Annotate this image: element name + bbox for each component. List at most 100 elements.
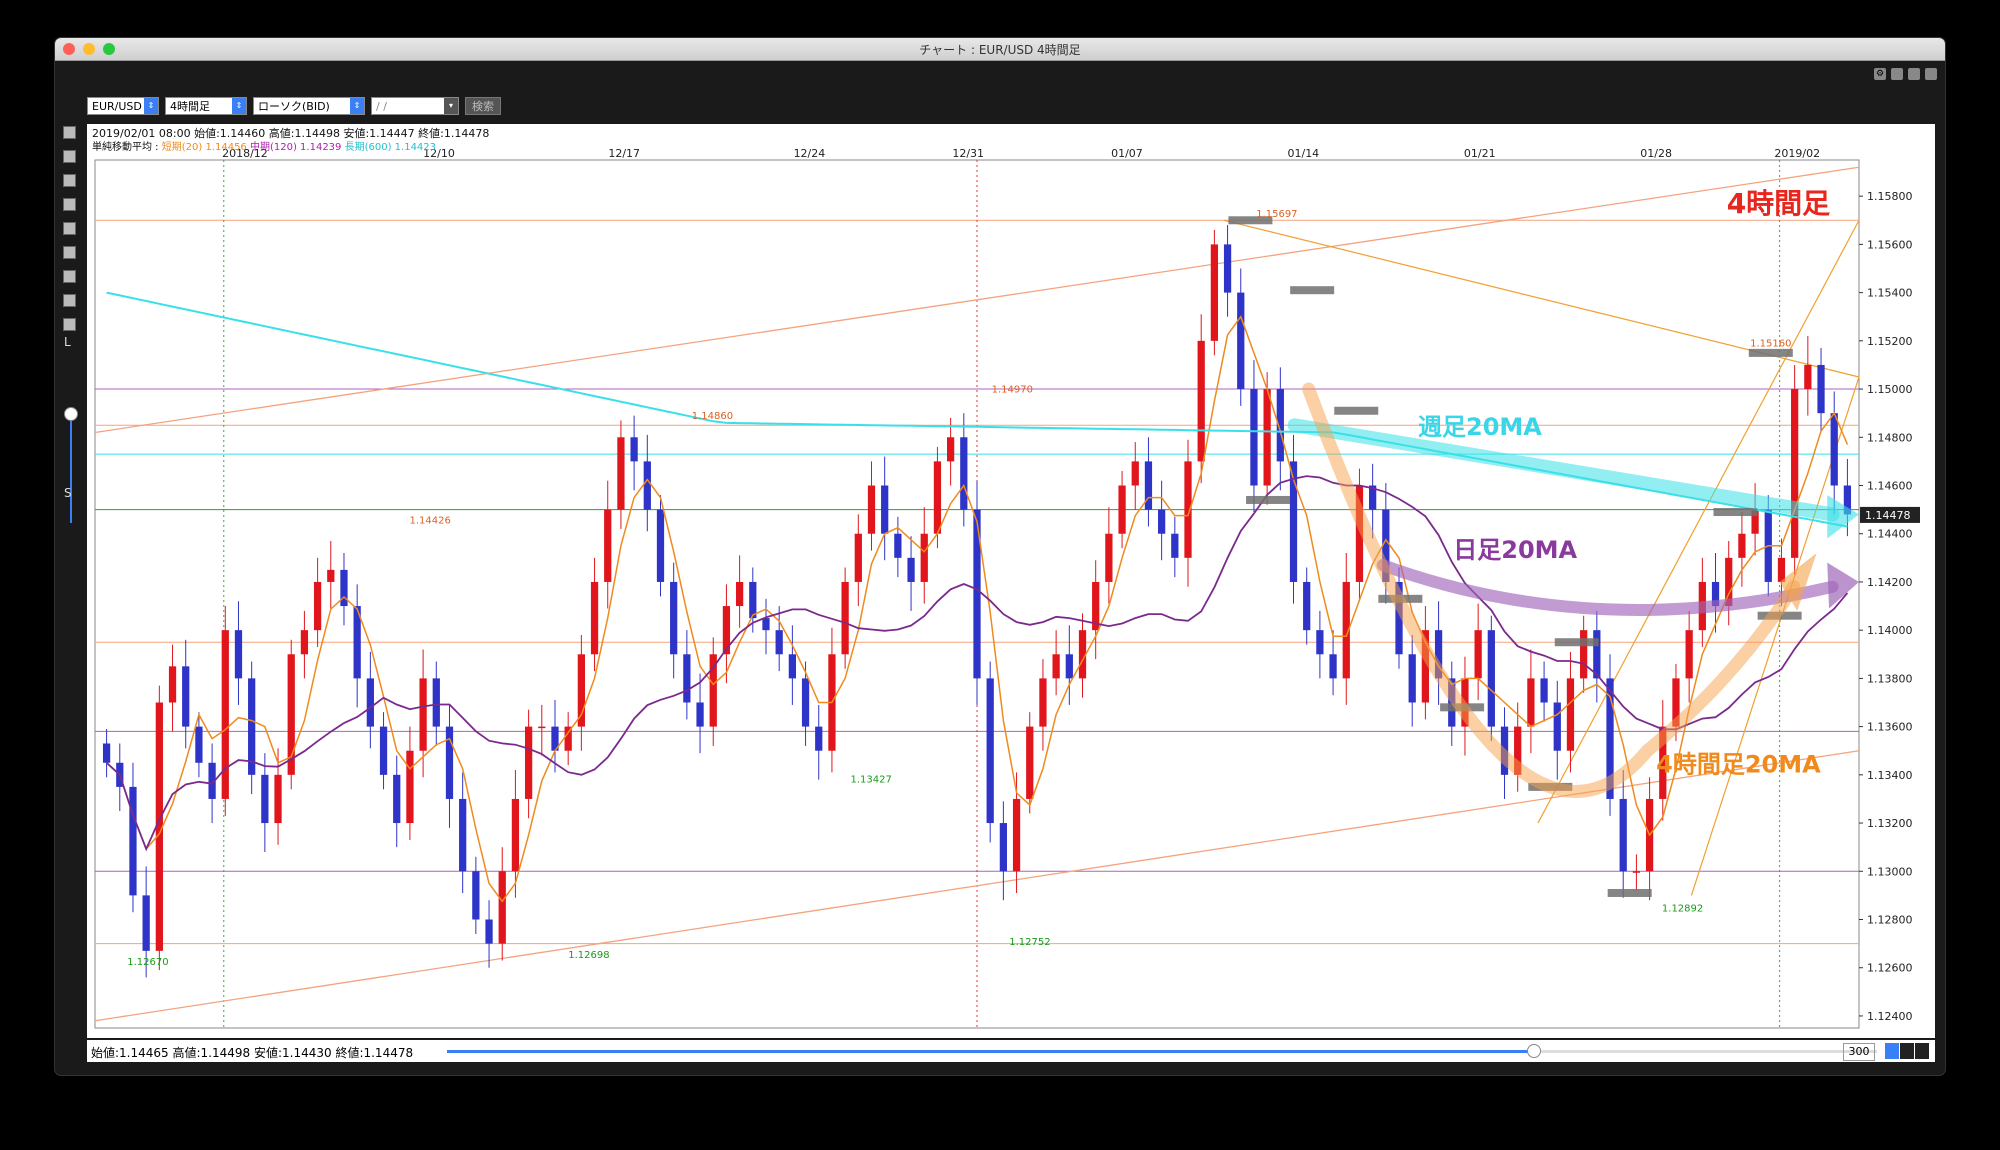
candle-body [1197, 340, 1205, 462]
copy-icon[interactable] [1908, 68, 1920, 80]
y-tick-label: 1.13600 [1867, 721, 1913, 734]
history-scroll-slider[interactable] [447, 1044, 1877, 1058]
candlestick-chart[interactable]: 4時間足週足20MA 日足20MA 4時間足20MA 1.12670 1.14426 1.… [87, 124, 1935, 1038]
candle-body [1566, 678, 1575, 751]
vertical-scale-knob[interactable] [64, 407, 78, 421]
candle-body [1223, 244, 1232, 293]
bottom-ohlc: 始値:1.14465 高値:1.14498 安値:1.14430 終値:1.14… [91, 1046, 414, 1060]
candle-body [1171, 533, 1179, 558]
candle-body [894, 533, 902, 558]
candle-body [472, 871, 480, 920]
calendar-dropdown-icon: ▾ [444, 98, 458, 114]
level-marker [1607, 888, 1652, 897]
side-label-top: L [64, 335, 71, 349]
level-marker [1554, 638, 1599, 647]
date-input[interactable]: / / ▾ [371, 97, 459, 115]
fibonacci-tool-icon[interactable] [63, 222, 76, 235]
candle-body [907, 557, 915, 582]
x-tick-label: 01/14 [1287, 147, 1319, 160]
zoom-input[interactable]: 300 [1843, 1043, 1875, 1061]
trendline-tool-icon[interactable] [63, 150, 76, 163]
x-tick-label: 01/21 [1464, 147, 1496, 160]
candle-body [498, 871, 506, 944]
candle-body [1039, 678, 1047, 727]
x-tick-label: 01/28 [1640, 147, 1672, 160]
candle-body [881, 485, 889, 534]
settings-icon[interactable]: ⚙ [1874, 68, 1886, 80]
price-label: 1.12752 [1009, 937, 1050, 948]
candle-body [445, 726, 454, 799]
candle-body [735, 581, 744, 607]
chart-toolbar: EUR/USD ⇕ 4時間足 ⇕ ローソク(BID) ⇕ / / ▾ 検索 [87, 95, 501, 117]
candle-body [1026, 726, 1034, 799]
candle-body [1487, 630, 1495, 727]
candle [1263, 372, 1271, 505]
y-tick-label: 1.13800 [1867, 672, 1913, 685]
candle-body [1527, 678, 1535, 727]
drawing-tools [63, 126, 77, 342]
horizontal-line-tool-icon[interactable] [63, 174, 76, 187]
candle-body [524, 726, 533, 799]
y-tick-label: 1.12400 [1867, 1010, 1913, 1023]
y-tick-label: 1.15400 [1867, 287, 1913, 300]
level-marker [1290, 286, 1335, 295]
channel-tool-icon[interactable] [63, 198, 76, 211]
y-tick-label: 1.13200 [1867, 817, 1913, 830]
candle-body [762, 618, 770, 631]
title-bar: チャート : EUR/USD 4時間足 [55, 38, 1945, 61]
level-marker [1713, 508, 1758, 517]
chart-window: チャート : EUR/USD 4時間足 ⚙ EUR/USD ⇕ 4時間足 ⇕ ローソ… [55, 38, 1945, 1075]
ma-short-value: 短期(20) 1.14456 [161, 142, 247, 153]
chart-type-select[interactable]: ローソク(BID) ⇕ [253, 97, 365, 115]
price-label: 1.14970 [992, 384, 1033, 395]
candle-body [1580, 630, 1588, 679]
candle-body [221, 630, 229, 799]
candle-body [511, 798, 520, 872]
ma-mid-value: 中期(120) 1.14239 [249, 142, 342, 153]
bottom-bar: 始値:1.14465 高値:1.14498 安値:1.14430 終値:1.14… [87, 1040, 1935, 1062]
candle-body [920, 533, 928, 582]
candle-body [393, 774, 401, 824]
candle-body [1738, 533, 1746, 558]
camera-tool-icon[interactable] [63, 294, 76, 307]
zoom-dropdown-icon[interactable] [1885, 1043, 1899, 1059]
price-label: 1.14860 [692, 411, 733, 422]
chart-area[interactable]: 4時間足 週足20MA 日足20MA 4時間足20MA 1.12670 1.14426 1.… [87, 124, 1935, 1038]
ma-info: 単純移動平均 : 短期(20) 1.14456 中期(120) 1.14239 … [92, 142, 437, 153]
candle [1210, 229, 1219, 356]
cursor-tool-icon[interactable] [63, 126, 76, 139]
zoom-in-icon[interactable] [1900, 1043, 1914, 1059]
candle-body [538, 726, 546, 729]
candle [1791, 364, 1799, 575]
y-tick-label: 1.12800 [1867, 914, 1913, 927]
candle-body [933, 461, 942, 534]
candle-body [854, 533, 862, 582]
candle [841, 567, 849, 669]
expand-icon[interactable] [1925, 68, 1937, 80]
symbol-select[interactable]: EUR/USD ⇕ [87, 97, 159, 115]
vertical-scale-slider[interactable] [70, 413, 72, 523]
candle-body [590, 581, 599, 655]
delete-tool-icon[interactable] [63, 318, 76, 331]
candle-body [986, 678, 994, 824]
candle-body [1791, 389, 1799, 558]
print-icon[interactable] [1891, 68, 1903, 80]
y-tick-label: 1.14000 [1867, 624, 1913, 637]
candle-body [379, 726, 388, 775]
timeframe-select[interactable]: 4時間足 ⇕ [165, 97, 247, 115]
zoom-out-icon[interactable] [1915, 1043, 1929, 1059]
chevron-down-icon: ⇕ [232, 98, 246, 114]
price-label: 1.12698 [568, 950, 609, 961]
slider-knob[interactable] [1526, 1044, 1541, 1058]
candle-body [683, 654, 691, 703]
candle [986, 661, 994, 843]
candle-body [1804, 364, 1812, 390]
search-button[interactable]: 検索 [465, 97, 501, 115]
price-label: 1.15160 [1750, 338, 1791, 349]
candle-body [274, 774, 282, 824]
price-label: 1.12892 [1662, 903, 1703, 914]
y-tick-label: 1.13000 [1867, 865, 1913, 878]
text-tool-icon[interactable] [63, 246, 76, 259]
candle [1487, 615, 1495, 742]
rectangle-tool-icon[interactable] [63, 270, 76, 283]
